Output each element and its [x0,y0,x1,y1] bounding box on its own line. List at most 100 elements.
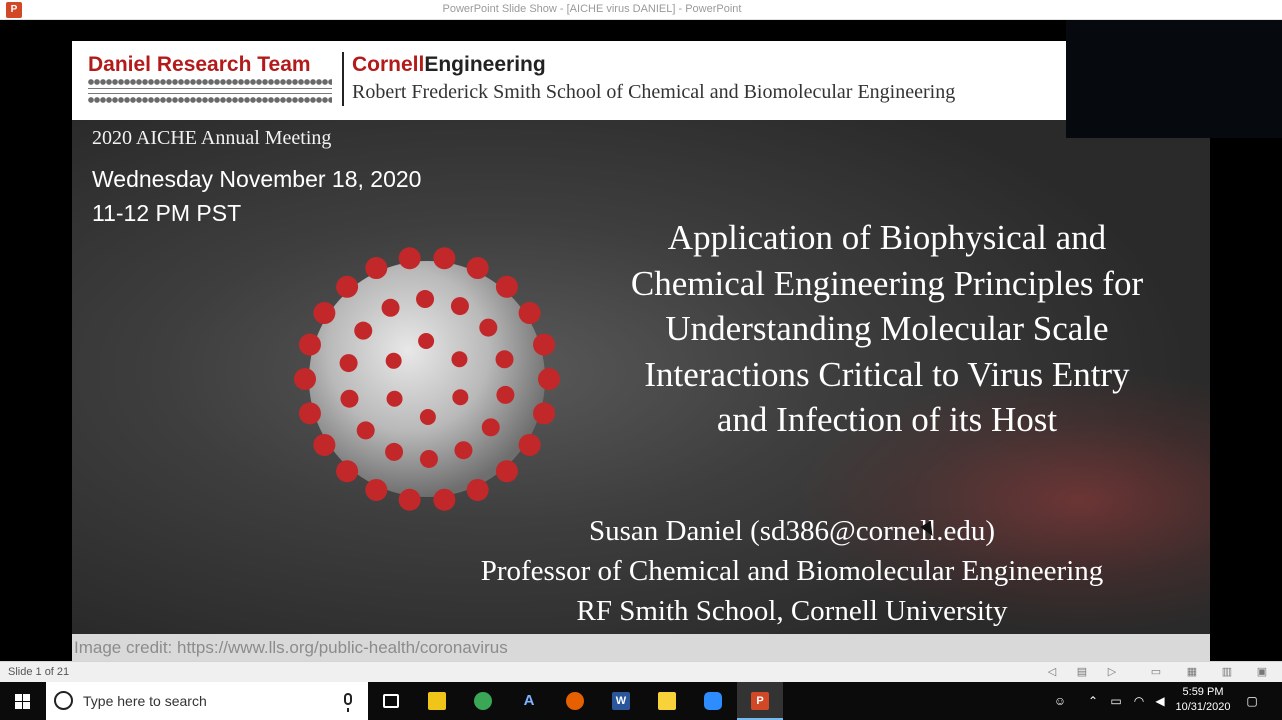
windows-logo-icon-part [23,694,30,701]
volume-icon[interactable]: ◀ [1152,693,1168,709]
slideshow-stage: Daniel Research Team CornellEngineering … [0,20,1282,661]
speaker-info: Susan Daniel (sd386@cornell.edu) Profess… [372,511,1210,631]
powerpoint-button[interactable]: P [737,682,783,720]
presenter-video-thumbnail[interactable] [1066,20,1282,138]
chrome-button[interactable] [460,682,506,720]
slide-menu-icon[interactable]: ▤ [1075,665,1089,679]
search-placeholder: Type here to search [83,693,207,709]
slide-counter: Slide 1 of 21 [8,666,70,678]
cortana-icon [54,691,73,710]
virus-spike [398,247,421,270]
image-credit: Image credit: https://www.lls.org/public… [74,638,508,657]
taskbar-search-box[interactable]: Type here to search [46,682,368,720]
people-icon[interactable]: ☺ [1052,693,1068,709]
virus-spike [419,408,436,425]
windows-taskbar: Type here to search A W P ☺ ⌃ ▭ ◠ ◀ 5:59… [0,682,1282,720]
virus-spike [339,354,358,373]
virus-spike [452,389,469,406]
virus-spike [419,449,438,468]
talk-title-line: and Infection of its Host [716,400,1058,439]
virus-spike [533,402,556,425]
system-clock[interactable]: 5:59 PM 10/31/2020 [1168,685,1238,715]
virus-spike [538,368,560,390]
task-view-button[interactable] [368,682,414,720]
virus-spike [365,257,388,280]
slide[interactable]: Daniel Research Team CornellEngineering … [72,41,1210,661]
virus-spike [365,478,388,501]
header-divider [342,52,344,106]
coronavirus-image [294,247,560,511]
virus-spike [385,442,404,461]
team-name: Daniel Research Team [88,53,311,76]
talk-title-line: Understanding Molecular Scale [665,309,1109,348]
virus-spike [356,421,375,440]
sticky-notes-icon [658,692,676,710]
virus-spike [385,352,402,369]
virus-spike [495,350,514,369]
clock-time: 5:59 PM [1182,686,1224,698]
virus-spike [454,441,473,460]
file-explorer-button[interactable] [414,682,460,720]
microphone-icon[interactable] [344,693,352,712]
virus-spike [313,433,336,456]
slide-header: Daniel Research Team CornellEngineering … [72,41,1210,120]
word-icon: W [612,692,630,710]
virus-spike [466,478,489,501]
virus-spike [298,333,321,356]
folder-icon [428,692,446,710]
windows-logo-icon [15,694,22,701]
meeting-name: 2020 AICHE Annual Meeting [92,127,332,149]
firefox-icon [566,692,584,710]
meeting-time: 11-12 PM PST [92,200,242,226]
virus-spike [479,318,498,337]
virus-spike [354,321,373,340]
virus-spike [450,297,469,316]
window-title: PowerPoint Slide Show - [AICHE virus DAN… [442,3,742,15]
virus-spike [340,389,359,408]
virus-spike [336,275,359,298]
virus-spike [433,247,456,270]
virus-spike [533,333,556,356]
start-button[interactable] [0,682,46,720]
wifi-icon[interactable]: ◠ [1131,693,1147,709]
reading-view-icon[interactable]: ▥ [1220,665,1234,679]
talk-title-line: Application of Biophysical and [667,218,1107,257]
lipid-membrane-graphic [88,79,332,103]
acrobat-button[interactable]: A [506,682,552,720]
slideshow-view-icon[interactable]: ▣ [1255,665,1269,679]
zoom-button[interactable] [690,682,736,720]
cornell-engineering-logo: CornellEngineering [352,53,546,77]
task-view-icon [383,694,399,708]
talk-title-line: Interactions Critical to Virus Entry [644,354,1130,394]
previous-slide-icon[interactable]: ◁ [1045,665,1059,679]
virus-spike [336,460,359,483]
virus-spike [381,298,400,317]
virus-spike [451,351,468,368]
firefox-button[interactable] [552,682,598,720]
slide-sorter-icon[interactable]: ▦ [1185,665,1199,679]
normal-view-icon[interactable]: ▭ [1149,665,1163,679]
virus-spike [418,333,435,350]
acrobat-icon: A [523,692,535,709]
windows-logo-icon-part [23,702,30,709]
brand-engineering: Engineering [424,53,546,76]
virus-spike [481,418,500,437]
talk-title-line: Chemical Engineering Principles for [630,263,1144,303]
virus-spike [298,402,321,425]
virus-spike [495,275,518,298]
zoom-icon [704,692,722,710]
virus-spike [386,390,403,407]
next-slide-icon[interactable]: ▷ [1105,665,1119,679]
word-button[interactable]: W [598,682,644,720]
slideshow-status-bar: Slide 1 of 21 ◁ ▤ ▷ ▭ ▦ ▥ ▣ [0,661,1282,682]
sticky-notes-button[interactable] [644,682,690,720]
chrome-icon [474,692,492,710]
virus-spike [518,433,541,456]
virus-spike [294,368,316,390]
battery-icon[interactable]: ▭ [1108,693,1124,709]
action-center-icon[interactable]: ▢ [1244,693,1260,709]
virus-spike [416,290,435,309]
image-credit-bar: Image credit: https://www.lls.org/public… [72,634,1210,661]
show-hidden-icons-icon[interactable]: ⌃ [1085,693,1101,709]
virus-spike [433,488,456,511]
